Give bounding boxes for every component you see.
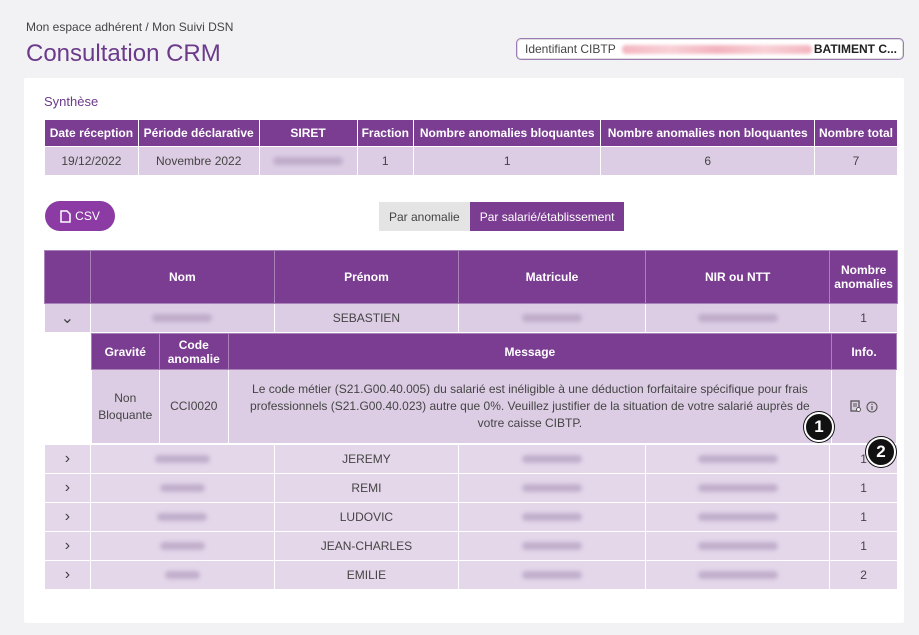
header-nombre-anomalies: Nombre anomalies [829, 250, 898, 304]
info-icon[interactable] [866, 400, 878, 413]
synthese-title: Synthèse [44, 94, 99, 109]
synthese-row: 19/12/2022 Novembre 2022 1 1 6 7 [44, 146, 899, 176]
cell-count: 1 [829, 502, 898, 532]
cell-prenom: REMI [273, 473, 459, 503]
table-row[interactable]: › EMILIE 2 [44, 560, 898, 590]
breadcrumb: Mon espace adhérent / Mon Suivi DSN [26, 20, 234, 34]
document-search-icon[interactable] [850, 400, 862, 413]
header-anomalies-non-bloquantes: Nombre anomalies non bloquantes [600, 119, 815, 147]
header-expand [44, 250, 91, 304]
header-message: Message [227, 333, 833, 370]
header-info: Info. [831, 333, 897, 370]
callout-badge-1: 1 [804, 412, 834, 442]
cell-count: 1 [829, 303, 898, 333]
cell-total: 7 [813, 146, 899, 176]
csv-export-button[interactable]: CSV [45, 201, 115, 231]
anomaly-detail: Gravité Code anomalie Message Info. Non … [89, 332, 899, 445]
cell-date: 19/12/2022 [44, 146, 139, 176]
cell-nom [89, 531, 275, 561]
cell-non-bloquantes: 6 [600, 146, 815, 176]
content-card: Synthèse Date réception Période déclarat… [24, 78, 904, 623]
chevron-right-icon[interactable]: › [44, 560, 91, 590]
chevron-right-icon[interactable]: › [44, 444, 91, 474]
anomaly-table: Gravité Code anomalie Message Info. Non … [90, 333, 897, 444]
cell-matricule [457, 303, 647, 333]
cell-siret [258, 146, 358, 176]
cell-matricule [457, 473, 647, 503]
csv-label: CSV [75, 209, 100, 223]
identifiant-label: Identifiant CIBTP [525, 42, 616, 56]
synthese-table: Date réception Période déclarative SIRET… [44, 119, 899, 176]
cell-info [831, 369, 897, 444]
cell-nir [645, 560, 831, 590]
header-siret: SIRET [258, 119, 358, 147]
page-title: Consultation CRM [26, 40, 221, 67]
header-code-anomalie: Code anomalie [158, 333, 229, 370]
cell-periode: Novembre 2022 [137, 146, 260, 176]
cell-count: 1 [829, 531, 898, 561]
anomaly-row: Non Bloquante CCI0020 Le code métier (S2… [90, 369, 897, 444]
table-row[interactable]: › LUDOVIC 1 [44, 502, 898, 532]
cell-prenom: JEAN-CHARLES [273, 531, 459, 561]
table-row[interactable]: › JEAN-CHARLES 1 [44, 531, 898, 561]
cell-prenom: JEREMY [273, 444, 459, 474]
cell-nir [645, 473, 831, 503]
identifiant-redacted [621, 44, 812, 54]
table-row[interactable]: › JEREMY 1 [44, 444, 898, 474]
cell-nir [645, 303, 831, 333]
callout-badge-2: 2 [866, 437, 896, 467]
header-prenom: Prénom [273, 250, 459, 304]
header-matricule: Matricule [457, 250, 647, 304]
chevron-right-icon[interactable]: › [44, 473, 91, 503]
page: Mon espace adhérent / Mon Suivi DSN Cons… [0, 0, 919, 635]
tab-par-salarie[interactable]: Par salarié/établissement [469, 202, 625, 231]
table-row[interactable]: › REMI 1 [44, 473, 898, 503]
chevron-down-icon[interactable]: ⌄ [44, 303, 91, 333]
cell-count: 1 [829, 473, 898, 503]
detail-indent [44, 332, 91, 445]
cell-gravite: Non Bloquante [90, 369, 160, 444]
tab-par-anomalie[interactable]: Par anomalie [379, 202, 470, 231]
header-periode: Période déclarative [137, 119, 260, 147]
anomaly-detail-row: Gravité Code anomalie Message Info. Non … [44, 332, 899, 445]
header-nir: NIR ou NTT [645, 250, 831, 304]
header-anomalies-bloquantes: Nombre anomalies bloquantes [412, 119, 602, 147]
employees-table: Nom Prénom Matricule NIR ou NTT Nombre a… [44, 250, 899, 590]
cell-nir [645, 502, 831, 532]
cell-matricule [457, 531, 647, 561]
table-row[interactable]: ⌄ SEBASTIEN 1 [44, 303, 898, 333]
header-gravite: Gravité [90, 333, 160, 370]
header-fraction: Fraction [356, 119, 414, 147]
cell-nom [89, 502, 275, 532]
cell-prenom: LUDOVIC [273, 502, 459, 532]
cell-nom [89, 560, 275, 590]
document-icon [60, 209, 71, 223]
cell-count: 2 [829, 560, 898, 590]
cell-nom [89, 444, 275, 474]
cell-nir [645, 531, 831, 561]
header-date-reception: Date réception [44, 119, 139, 147]
cell-code: CCI0020 [158, 369, 229, 444]
cell-fraction: 1 [356, 146, 414, 176]
chevron-right-icon[interactable]: › [44, 531, 91, 561]
cell-prenom: EMILIE [273, 560, 459, 590]
cell-matricule [457, 502, 647, 532]
cell-bloquantes: 1 [412, 146, 602, 176]
cell-matricule [457, 444, 647, 474]
company-name: BATIMENT C... [813, 42, 897, 56]
header-nombre-total: Nombre total [813, 119, 899, 147]
view-toggle: Par anomalie Par salarié/établissement [379, 202, 625, 231]
identifiant-box: Identifiant CIBTP BATIMENT C... [516, 38, 904, 60]
cell-nom [89, 303, 275, 333]
cell-matricule [457, 560, 647, 590]
cell-nom [89, 473, 275, 503]
cell-message: Le code métier (S21.G00.40.005) du salar… [227, 369, 833, 444]
chevron-right-icon[interactable]: › [44, 502, 91, 532]
cell-prenom: SEBASTIEN [273, 303, 459, 333]
header-nom: Nom [89, 250, 275, 304]
cell-nir [645, 444, 831, 474]
